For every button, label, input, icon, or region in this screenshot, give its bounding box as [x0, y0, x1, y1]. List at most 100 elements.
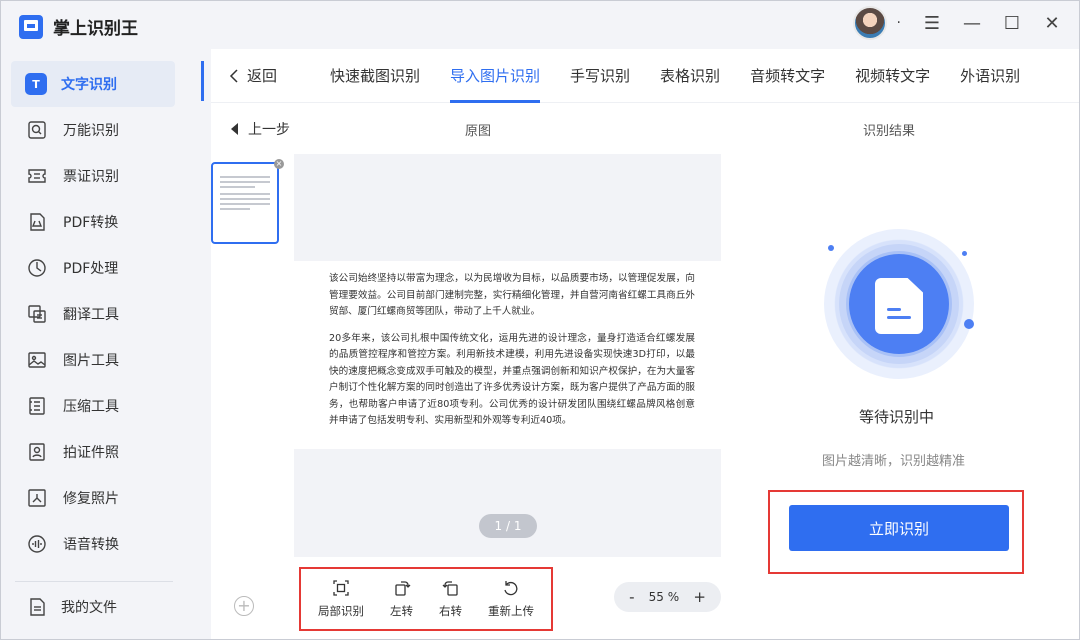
- page-indicator: 1 / 1: [479, 514, 537, 538]
- back-label: 返回: [247, 67, 278, 85]
- zoom-level: 55 %: [648, 590, 680, 604]
- app-window: 掌上识别王 T 文字识别 万能识别 票证识别 PDF转换 PDF处理 翻译工具 …: [0, 0, 1080, 640]
- tool-label: 左转: [390, 604, 413, 618]
- rotate-right-icon: [442, 581, 458, 596]
- prev-step-button[interactable]: 上一步: [231, 119, 290, 139]
- universal-scan-icon: [25, 118, 49, 142]
- page-thumbnail[interactable]: ×: [211, 159, 284, 244]
- triangle-left-icon: [231, 123, 238, 135]
- sidebar-item-universal[interactable]: 万能识别: [11, 107, 175, 153]
- zoom-out-button[interactable]: -: [629, 588, 634, 606]
- rotate-right-button[interactable]: 右转: [439, 579, 462, 619]
- sidebar-item-label: PDF转换: [63, 215, 119, 231]
- crop-scan-icon: [333, 580, 349, 596]
- tab-handwriting[interactable]: 手写识别: [555, 49, 645, 103]
- thumbnail-line: [220, 208, 250, 210]
- original-image-label: 原图: [465, 124, 492, 139]
- tab-video-to-text[interactable]: 视频转文字: [840, 49, 945, 103]
- pdf-convert-icon: [25, 210, 49, 234]
- sidebar-item-label: PDF处理: [63, 261, 119, 277]
- sidebar-item-label: 文字识别: [61, 77, 117, 93]
- add-image-icon[interactable]: +: [234, 596, 254, 616]
- hint-text: 图片越清晰，识别越精准: [822, 454, 966, 469]
- reupload-button[interactable]: 重新上传: [488, 579, 534, 619]
- minimize-icon[interactable]: —: [963, 13, 981, 34]
- sidebar-item-repair-photo[interactable]: 修复照片: [11, 475, 175, 521]
- menu-icon[interactable]: ☰: [923, 13, 941, 34]
- remove-thumbnail-icon[interactable]: ×: [274, 159, 284, 169]
- document-page: 该公司始终坚持以带富为理念，以为民增收为目标，以品质要市场，以管理促发展，向管理…: [294, 261, 721, 449]
- sidebar-item-ticket[interactable]: 票证识别: [11, 153, 175, 199]
- sidebar-item-label: 语音转换: [63, 537, 119, 553]
- voice-icon: [25, 532, 49, 556]
- close-icon[interactable]: ✕: [1043, 13, 1061, 34]
- status-text: 等待识别中: [859, 408, 935, 426]
- sidebar-item-text-recognition[interactable]: T 文字识别: [11, 61, 175, 107]
- zoom-in-button[interactable]: +: [693, 588, 706, 606]
- repair-photo-icon: [25, 486, 49, 510]
- sidebar-item-label: 万能识别: [63, 123, 119, 139]
- main-panel: 返回 快速截图识别 导入图片识别 手写识别 表格识别 音频转文字 视频转文字 外…: [201, 49, 1079, 639]
- decor-dot: [964, 319, 974, 329]
- tab-foreign-language[interactable]: 外语识别: [945, 49, 1035, 103]
- sidebar-item-label: 修复照片: [63, 491, 119, 507]
- sidebar-divider: [15, 581, 173, 582]
- crop-scan-button[interactable]: 局部识别: [318, 579, 364, 619]
- sidebar-item-voice[interactable]: 语音转换: [11, 521, 175, 567]
- tab-bar: 返回 快速截图识别 导入图片识别 手写识别 表格识别 音频转文字 视频转文字 外…: [201, 49, 1079, 103]
- sidebar-item-pdf-process[interactable]: PDF处理: [11, 245, 175, 291]
- text-recognition-icon: T: [25, 73, 47, 95]
- maximize-icon[interactable]: ☐: [1003, 13, 1021, 34]
- app-logo: 掌上识别王: [19, 14, 138, 39]
- recognize-now-button[interactable]: 立即识别: [789, 505, 1009, 551]
- prev-step-label: 上一步: [248, 122, 290, 138]
- tab-table[interactable]: 表格识别: [645, 49, 735, 103]
- document-icon: [875, 278, 923, 334]
- id-photo-icon: [25, 440, 49, 464]
- doc-paragraph: 20多年来，该公司扎根中国传统文化，运用先进的设计理念，量身打造适合红螺发展的品…: [329, 332, 695, 427]
- illustration-ring: [839, 244, 959, 364]
- thumbnail-line: [220, 203, 270, 205]
- pdf-process-icon: [25, 256, 49, 280]
- tab-accent-bar: [201, 61, 204, 101]
- ticket-icon: [25, 164, 49, 188]
- sidebar-item-id-photo[interactable]: 拍证件照: [11, 429, 175, 475]
- sidebar-item-pdf-convert[interactable]: PDF转换: [11, 199, 175, 245]
- back-button[interactable]: 返回: [211, 65, 315, 86]
- compress-icon: [25, 394, 49, 418]
- app-logo-icon: [19, 14, 43, 39]
- doc-paragraph: 该公司始终坚持以带富为理念，以为民增收为目标，以品质要市场，以管理促发展，向管理…: [329, 273, 695, 317]
- tab-audio-to-text[interactable]: 音频转文字: [735, 49, 840, 103]
- sidebar-item-image[interactable]: 图片工具: [11, 337, 175, 383]
- titlebar: · ☰ — ☐ ✕: [839, 1, 1079, 45]
- sidebar-nav: T 文字识别 万能识别 票证识别 PDF转换 PDF处理 翻译工具 图片工具 压…: [11, 61, 175, 567]
- thumbnail-line: [220, 193, 270, 195]
- file-icon: [25, 595, 49, 619]
- my-files-link[interactable]: 我的文件: [25, 595, 117, 619]
- reupload-icon: [504, 581, 518, 596]
- rotate-left-icon: [394, 581, 410, 596]
- tab-import-image[interactable]: 导入图片识别: [435, 49, 555, 103]
- tab-quick-screenshot[interactable]: 快速截图识别: [315, 49, 435, 103]
- sidebar-item-label: 压缩工具: [63, 399, 119, 415]
- sidebar-item-label: 票证识别: [63, 169, 119, 185]
- illustration-core: [849, 254, 949, 354]
- app-title: 掌上识别王: [53, 19, 138, 39]
- image-icon: [25, 348, 49, 372]
- recognize-highlight: 立即识别: [768, 490, 1024, 574]
- thumbnail-line: [220, 186, 255, 188]
- rotate-left-button[interactable]: 左转: [390, 579, 413, 619]
- decor-dot: [828, 245, 834, 251]
- sidebar: 掌上识别王 T 文字识别 万能识别 票证识别 PDF转换 PDF处理 翻译工具 …: [1, 1, 201, 639]
- sidebar-item-compress[interactable]: 压缩工具: [11, 383, 175, 429]
- tool-label: 局部识别: [318, 604, 364, 618]
- status-dot: ·: [896, 15, 901, 31]
- sidebar-item-label: 图片工具: [63, 353, 119, 369]
- tool-label: 重新上传: [488, 604, 534, 618]
- sidebar-item-label: 拍证件照: [63, 445, 119, 461]
- user-avatar[interactable]: [852, 6, 887, 40]
- result-label: 识别结果: [863, 124, 916, 139]
- translate-icon: [25, 302, 49, 326]
- decor-dot: [962, 251, 967, 256]
- sidebar-item-translate[interactable]: 翻译工具: [11, 291, 175, 337]
